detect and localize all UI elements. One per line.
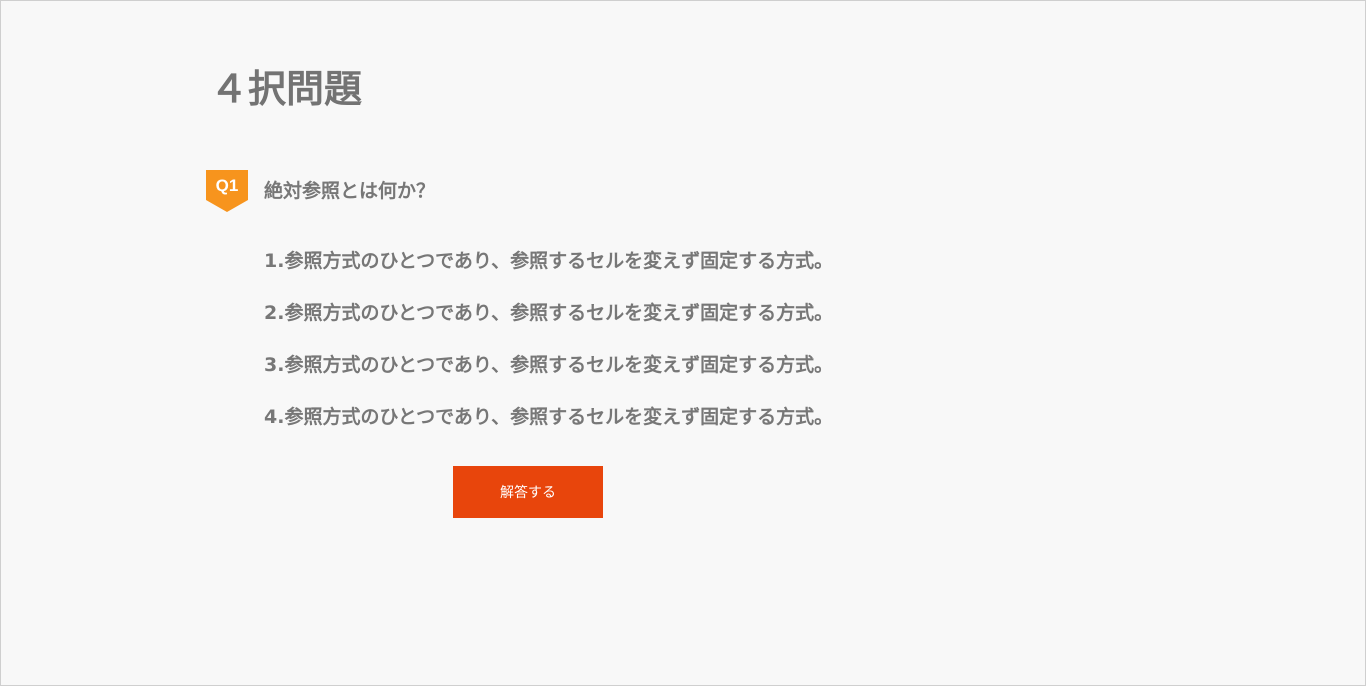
- choice-list: 1.参照方式のひとつであり、参照するセルを変えず固定する方式。 2.参照方式のひ…: [264, 247, 833, 455]
- choice-option-4[interactable]: 4.参照方式のひとつであり、参照するセルを変えず固定する方式。: [264, 403, 833, 455]
- choice-option-2[interactable]: 2.参照方式のひとつであり、参照するセルを変えず固定する方式。: [264, 299, 833, 351]
- question-number-label: Q1: [215, 176, 239, 195]
- page-title: ４択問題: [210, 67, 363, 111]
- submit-answer-button[interactable]: 解答する: [453, 466, 603, 518]
- question-text: 絶対参照とは何か？: [264, 180, 436, 202]
- question-number-badge: Q1: [206, 170, 248, 212]
- choice-option-3[interactable]: 3.参照方式のひとつであり、参照するセルを変えず固定する方式。: [264, 351, 833, 403]
- page-frame: ４択問題 Q1 絶対参照とは何か？ 1.参照方式のひとつであり、参照するセルを変…: [0, 0, 1366, 686]
- choice-option-1[interactable]: 1.参照方式のひとつであり、参照するセルを変えず固定する方式。: [264, 247, 833, 299]
